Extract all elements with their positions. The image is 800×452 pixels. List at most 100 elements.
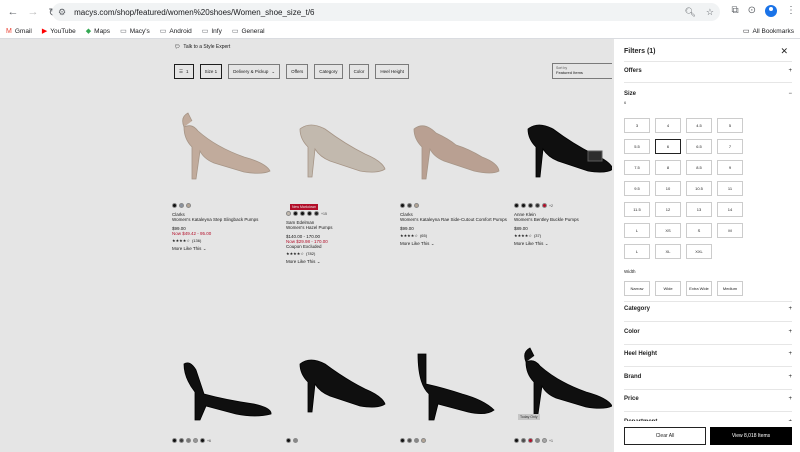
filter-section-color[interactable]: Color + bbox=[624, 329, 792, 335]
product-image[interactable] bbox=[286, 89, 394, 199]
color-swatch[interactable] bbox=[293, 211, 298, 216]
product-image[interactable] bbox=[172, 324, 280, 434]
product-card[interactable]: Today Only +1 bbox=[514, 324, 624, 443]
more-colors-count[interactable]: +1 bbox=[549, 439, 553, 443]
size-option[interactable]: 8 bbox=[655, 160, 681, 175]
color-swatch[interactable] bbox=[400, 438, 405, 443]
address-bar[interactable]: ⚙ macys.com/shop/featured/women%20shoes/… bbox=[52, 3, 720, 21]
shoe-image[interactable] bbox=[290, 334, 390, 424]
bookmark-star-icon[interactable]: ☆ bbox=[706, 7, 714, 18]
color-swatch[interactable] bbox=[535, 438, 540, 443]
product-name[interactable]: Women's Hazel Pumps bbox=[286, 225, 396, 231]
shoe-image[interactable] bbox=[518, 334, 618, 424]
profile-avatar-icon[interactable] bbox=[765, 5, 777, 17]
product-card[interactable]: Clarks Women's Kataleyna Rae Side-Cutout … bbox=[400, 89, 510, 247]
color-swatch[interactable] bbox=[421, 438, 426, 443]
shoe-image[interactable] bbox=[404, 99, 504, 189]
product-name[interactable]: Women's Kataleyna Rae Side-Cutout Comfor… bbox=[400, 217, 510, 223]
product-card[interactable]: Clarks Women's Kataleyna Step Slingback P… bbox=[172, 89, 282, 252]
width-option[interactable]: Narrow bbox=[624, 281, 650, 296]
size-option[interactable]: 4.5 bbox=[686, 118, 712, 133]
size-option[interactable]: 11.5 bbox=[624, 202, 650, 217]
product-card[interactable]: +6 bbox=[172, 324, 282, 443]
more-like-this-link[interactable]: More Like This ⌄ bbox=[172, 246, 282, 252]
color-swatch[interactable] bbox=[200, 438, 205, 443]
product-rating[interactable]: ★★★★☆ (136) bbox=[172, 238, 282, 243]
bookmark-gmail[interactable]: M Gmail bbox=[6, 28, 32, 35]
size-option[interactable]: 4 bbox=[655, 118, 681, 133]
filter-chip[interactable]: Color bbox=[348, 64, 370, 79]
product-name[interactable]: Women's Kataleyna Step Slingback Pumps bbox=[172, 217, 282, 223]
all-bookmarks[interactable]: ▭ All Bookmarks bbox=[743, 27, 794, 36]
size-option[interactable]: 13 bbox=[686, 202, 712, 217]
size-option[interactable]: XXL bbox=[686, 244, 712, 259]
color-swatch[interactable] bbox=[528, 438, 533, 443]
site-settings-icon[interactable]: ⚙ bbox=[58, 7, 66, 18]
size-option[interactable]: M bbox=[717, 223, 743, 238]
color-swatch[interactable] bbox=[521, 203, 526, 208]
size-option[interactable]: 9.5 bbox=[624, 181, 650, 196]
color-swatch[interactable] bbox=[521, 438, 526, 443]
color-swatch[interactable] bbox=[535, 203, 540, 208]
size-option[interactable]: 9 bbox=[717, 160, 743, 175]
color-swatch[interactable] bbox=[514, 203, 519, 208]
filter-chip[interactable]: Offers bbox=[286, 64, 309, 79]
filter-section-heel-height[interactable]: Heel Height + bbox=[624, 351, 792, 357]
color-swatch[interactable] bbox=[514, 438, 519, 443]
size-option[interactable]: 10.5 bbox=[686, 181, 712, 196]
color-swatch[interactable] bbox=[414, 203, 419, 208]
filter-section-category[interactable]: Category + bbox=[624, 306, 792, 312]
size-option[interactable]: S bbox=[686, 223, 712, 238]
size-option[interactable]: 11 bbox=[717, 181, 743, 196]
color-swatch[interactable] bbox=[179, 203, 184, 208]
color-swatch[interactable] bbox=[414, 438, 419, 443]
product-name[interactable]: Women's Bentley Buckle Pumps bbox=[514, 217, 624, 223]
more-like-this-link[interactable]: More Like This ⌄ bbox=[514, 241, 624, 247]
style-expert-link[interactable]: 💬︎ Talk to a Style Expert bbox=[174, 44, 230, 50]
size-option[interactable]: 8.5 bbox=[686, 160, 712, 175]
filter-section-size[interactable]: Size − bbox=[624, 91, 792, 97]
shoe-image[interactable] bbox=[290, 99, 390, 189]
filter-chip[interactable]: Delivery & Pickup ⌄ bbox=[228, 64, 281, 79]
filter-section-price[interactable]: Price + bbox=[624, 396, 792, 402]
product-image[interactable] bbox=[514, 89, 622, 199]
color-swatch[interactable] bbox=[407, 438, 412, 443]
product-card[interactable]: New Markdown +15 Sam Edelman Women's Hazel … bbox=[286, 89, 396, 265]
bookmark-youtube[interactable]: ▶ YouTube bbox=[42, 27, 76, 36]
color-swatch[interactable] bbox=[179, 438, 184, 443]
color-swatch[interactable] bbox=[542, 438, 547, 443]
width-option[interactable]: Medium bbox=[717, 281, 743, 296]
color-swatch[interactable] bbox=[314, 211, 319, 216]
product-rating[interactable]: ★★★★☆ (65) bbox=[400, 233, 510, 238]
zoom-icon[interactable]: 🔍︎ bbox=[684, 7, 695, 18]
color-swatch[interactable] bbox=[407, 203, 412, 208]
color-swatch[interactable] bbox=[286, 438, 291, 443]
product-card[interactable] bbox=[286, 324, 396, 443]
menu-kebab-icon[interactable]: ⋮ bbox=[786, 5, 796, 17]
color-swatch[interactable] bbox=[542, 203, 547, 208]
extensions-icon[interactable]: ⧉ bbox=[731, 5, 738, 17]
clear-all-button[interactable]: Clear All bbox=[624, 427, 706, 445]
filter-section-offers[interactable]: Offers + bbox=[624, 68, 792, 74]
more-colors-count[interactable]: +2 bbox=[549, 204, 553, 208]
shoe-image[interactable] bbox=[518, 99, 618, 189]
filter-chip[interactable]: Heel Height bbox=[375, 64, 409, 79]
bookmark-general[interactable]: ▭ General bbox=[232, 27, 265, 36]
product-card[interactable] bbox=[400, 324, 510, 443]
shoe-image[interactable] bbox=[176, 99, 276, 189]
product-image[interactable] bbox=[400, 324, 508, 434]
size-option[interactable]: XS bbox=[655, 223, 681, 238]
size-option[interactable]: L bbox=[624, 244, 650, 259]
color-swatch[interactable] bbox=[172, 203, 177, 208]
size-option[interactable]: 7.5 bbox=[624, 160, 650, 175]
color-swatch[interactable] bbox=[186, 203, 191, 208]
back-arrow-icon[interactable]: ← bbox=[6, 5, 20, 19]
color-swatch[interactable] bbox=[300, 211, 305, 216]
close-icon[interactable]: ✕ bbox=[780, 46, 788, 57]
shoe-image[interactable] bbox=[404, 334, 504, 424]
forward-arrow-icon[interactable]: → bbox=[26, 5, 40, 19]
product-image[interactable] bbox=[172, 89, 280, 199]
bookmark-maps[interactable]: ◆ Maps bbox=[86, 27, 110, 36]
more-colors-count[interactable]: +15 bbox=[321, 212, 327, 216]
filter-chip[interactable]: Size 1 bbox=[199, 64, 223, 79]
